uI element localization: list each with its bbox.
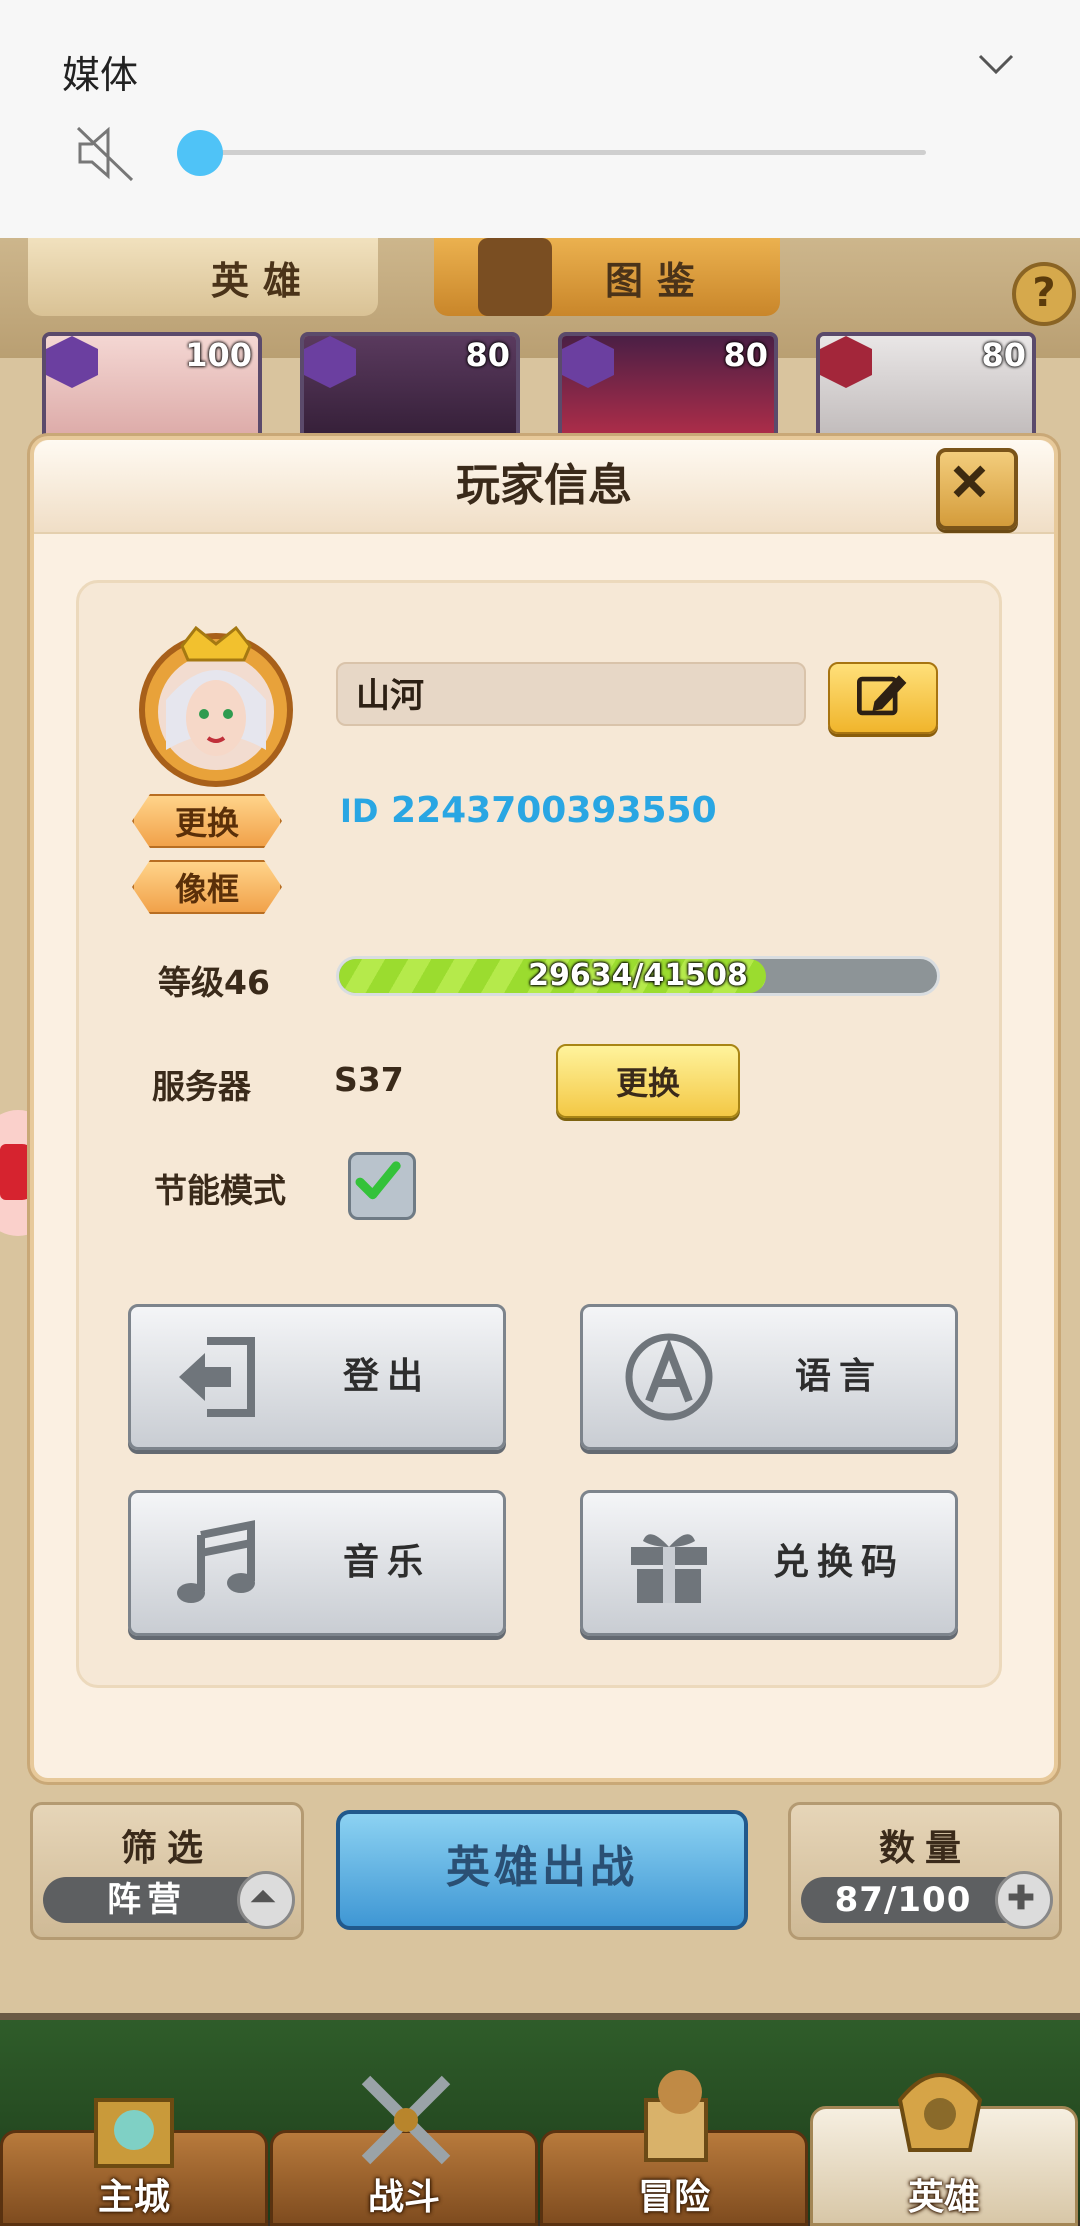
logout-icon [179, 1337, 255, 1417]
change-avatar-label: 更换 [174, 804, 239, 842]
mute-icon[interactable] [74, 122, 136, 184]
hero-helmet-icon [897, 2073, 983, 2152]
filter-panel: 筛选 阵营 [30, 1802, 304, 1940]
hero-count-value: 87/100 [834, 1880, 972, 1920]
tab-hero-label: 英雄 [210, 258, 315, 303]
nav-label-adventure: 冒险 [637, 2177, 710, 2218]
player-id: ID 2243700393550 [340, 790, 717, 831]
language-icon [625, 1333, 713, 1421]
chevron-up-shape [250, 1889, 276, 1903]
music-note-icon [177, 1520, 255, 1603]
player-name-field[interactable]: 山河 [336, 662, 806, 726]
logout-button[interactable]: 登出 [128, 1304, 506, 1450]
avatar-frame-button[interactable]: 像框 [132, 860, 282, 914]
energy-saving-checkbox[interactable] [348, 1152, 416, 1220]
help-icon[interactable]: ? [1012, 262, 1076, 326]
hero-level: 100 [185, 336, 252, 374]
dialog-title: 玩家信息 [456, 460, 632, 511]
count-title: 数量 [878, 1828, 971, 1869]
energy-saving-label: 节能模式 [154, 1171, 286, 1210]
close-button[interactable] [936, 448, 1018, 530]
redeem-code-label: 兑换码 [772, 1542, 905, 1583]
music-button[interactable]: 音乐 [128, 1490, 506, 1636]
change-avatar-button[interactable]: 更换 [132, 794, 282, 848]
level-label: 等级46 [158, 963, 270, 1002]
plus-shape [1008, 1884, 1034, 1910]
tab-book-label: 图鉴 [604, 258, 709, 303]
avatar-frame-label: 像框 [174, 870, 239, 908]
hero-level: 80 [465, 336, 510, 374]
change-server-button[interactable]: 更换 [556, 1044, 740, 1118]
checkmark-icon [355, 1161, 401, 1200]
language-label: 语言 [794, 1356, 883, 1397]
hero-level: 80 [981, 336, 1026, 374]
nav-label-city: 主城 [97, 2177, 170, 2218]
logout-label: 登出 [342, 1356, 431, 1397]
volume-slider-track[interactable] [198, 150, 926, 155]
filter-title: 筛选 [120, 1828, 213, 1869]
gift-icon [631, 1534, 707, 1603]
magnifier-book-icon [478, 238, 552, 316]
edit-name-button[interactable] [828, 662, 938, 734]
filter-value: 阵营 [107, 1880, 187, 1920]
chevron-up-icon[interactable] [237, 1871, 295, 1929]
castle-icon [94, 2098, 174, 2168]
xp-progress-bar: 29634/41508 [336, 956, 940, 996]
server-value: S37 [334, 1060, 404, 1099]
avatar[interactable] [126, 610, 306, 790]
media-volume-panel: 媒体 [0, 0, 1080, 238]
redeem-code-button[interactable]: 兑换码 [580, 1490, 958, 1636]
xp-progress-text: 29634/41508 [528, 958, 748, 993]
deploy-heroes-button[interactable]: 英雄出战 [336, 1810, 748, 1930]
music-label: 音乐 [342, 1542, 431, 1583]
plus-icon[interactable] [995, 1871, 1053, 1929]
nav-label-battle: 战斗 [367, 2177, 440, 2218]
count-panel: 数量 87/100 [788, 1802, 1062, 1940]
map-scroll-icon [644, 2070, 708, 2162]
change-server-label: 更换 [615, 1064, 680, 1102]
edit-icon [857, 675, 907, 716]
nav-label-hero: 英雄 [907, 2177, 980, 2218]
volume-slider-thumb[interactable] [177, 130, 223, 176]
close-icon [953, 465, 986, 498]
media-title: 媒体 [62, 53, 139, 97]
server-label: 服务器 [152, 1067, 251, 1106]
tab-hero[interactable]: 英雄 [28, 238, 378, 316]
player-id-value: 2243700393550 [391, 790, 717, 831]
player-id-label: ID [340, 792, 379, 830]
language-button[interactable]: 语言 [580, 1304, 958, 1450]
crossed-swords-icon [361, 2075, 451, 2165]
chevron-down-icon[interactable] [976, 52, 1016, 76]
player-info-dialog: 玩家信息 更换 像框 山河 ID 2243700393550 等级46 2963… [30, 436, 1058, 1782]
hero-level: 80 [723, 336, 768, 374]
